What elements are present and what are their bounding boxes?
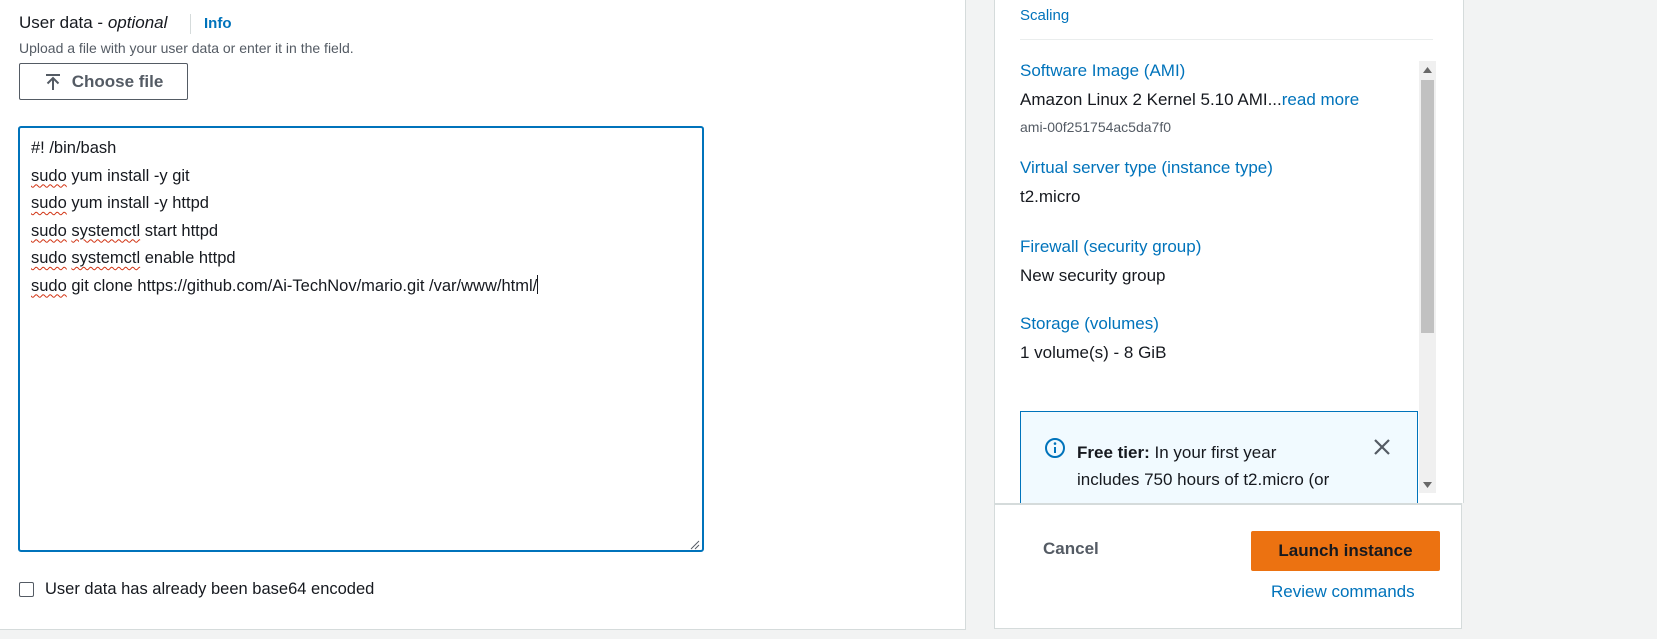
user-data-description: Upload a file with your user data or ent…	[19, 40, 354, 56]
script-text: yum install -y git	[66, 166, 190, 185]
review-commands-link[interactable]: Review commands	[1271, 582, 1415, 602]
resize-grip-icon[interactable]	[688, 536, 700, 550]
scroll-down-arrow-icon[interactable]	[1419, 476, 1436, 493]
spellcheck-word: sudo	[31, 166, 67, 185]
storage-label-link[interactable]: Storage (volumes)	[1020, 314, 1159, 334]
launch-instance-button[interactable]: Launch instance	[1251, 531, 1440, 571]
script-line: sudo systemctl enable httpd	[31, 245, 691, 273]
free-tier-text: Free tier: In your first year includes 7…	[1077, 439, 1377, 493]
firewall-label-link[interactable]: Firewall (security group)	[1020, 237, 1201, 257]
base64-encoded-option: User data has already been base64 encode…	[19, 580, 374, 599]
scroll-up-arrow-icon[interactable]	[1419, 61, 1436, 78]
instance-type-value: t2.micro	[1020, 187, 1081, 206]
user-data-optional-text: optional	[107, 13, 168, 32]
ami-read-more-link[interactable]: read more	[1282, 90, 1359, 109]
script-line: sudo yum install -y httpd	[31, 190, 691, 218]
user-data-title-text: User data -	[19, 13, 104, 32]
base64-checkbox[interactable]	[19, 582, 34, 597]
free-tier-line2: includes 750 hours of t2.micro (or	[1077, 470, 1330, 489]
upload-icon	[44, 73, 62, 91]
ami-value-text: Amazon Linux 2 Kernel 5.10 AMI...	[1020, 90, 1282, 109]
ami-id: ami-00f251754ac5da7f0	[1020, 119, 1172, 135]
text-caret	[537, 274, 539, 294]
cancel-button[interactable]: Cancel	[1043, 539, 1099, 559]
script-line: sudo yum install -y git	[31, 163, 691, 191]
script-text: git clone https://github.com/Ai-TechNov/…	[66, 276, 538, 295]
close-icon[interactable]	[1373, 438, 1391, 461]
spellcheck-word: sudo	[31, 249, 67, 267]
script-line: sudo git clone https://github.com/Ai-Tec…	[31, 273, 691, 301]
info-circle-icon	[1044, 437, 1066, 464]
action-panel: Cancel Launch instance Review commands	[994, 503, 1462, 629]
script-line: sudo systemctl start httpd	[31, 218, 691, 246]
user-data-title: User data - optional	[19, 13, 167, 33]
instance-type-label-link[interactable]: Virtual server type (instance type)	[1020, 158, 1273, 178]
script-text: start httpd	[140, 221, 219, 240]
free-tier-title: Free tier:	[1077, 443, 1150, 462]
script-text: yum install -y httpd	[66, 194, 209, 212]
summary-panel: Scaling Software Image (AMI) Amazon Linu…	[994, 0, 1464, 503]
spellcheck-word: systemctl	[71, 221, 141, 240]
spellcheck-word: sudo	[31, 276, 67, 295]
free-tier-line1: In your first year	[1154, 443, 1277, 462]
script-text: #! /bin/bash	[31, 139, 117, 157]
choose-file-label: Choose file	[71, 71, 164, 91]
base64-checkbox-label: User data has already been base64 encode…	[45, 580, 375, 598]
choose-file-button[interactable]: Choose file	[19, 63, 188, 100]
ami-value: Amazon Linux 2 Kernel 5.10 AMI...read mo…	[1020, 90, 1359, 110]
user-data-panel: User data - optional Info Upload a file …	[0, 0, 966, 630]
script-text: enable httpd	[140, 249, 236, 267]
ami-label-link[interactable]: Software Image (AMI)	[1020, 61, 1185, 81]
title-separator	[190, 14, 191, 34]
spellcheck-word: systemctl	[71, 249, 141, 267]
scrollbar-thumb[interactable]	[1421, 80, 1434, 333]
scaling-link[interactable]: Scaling	[1020, 7, 1069, 24]
summary-divider	[1020, 39, 1433, 40]
spellcheck-word: sudo	[31, 221, 67, 240]
spellcheck-word: sudo	[31, 194, 67, 212]
info-link[interactable]: Info	[204, 15, 232, 32]
free-tier-alert: Free tier: In your first year includes 7…	[1020, 411, 1418, 503]
user-data-textarea[interactable]: #! /bin/bash sudo yum install -y git sudo …	[18, 126, 704, 552]
storage-value: 1 volume(s) - 8 GiB	[1020, 343, 1167, 362]
summary-scrollbar[interactable]	[1419, 61, 1436, 493]
firewall-value: New security group	[1020, 266, 1166, 285]
script-line: #! /bin/bash	[31, 135, 691, 163]
